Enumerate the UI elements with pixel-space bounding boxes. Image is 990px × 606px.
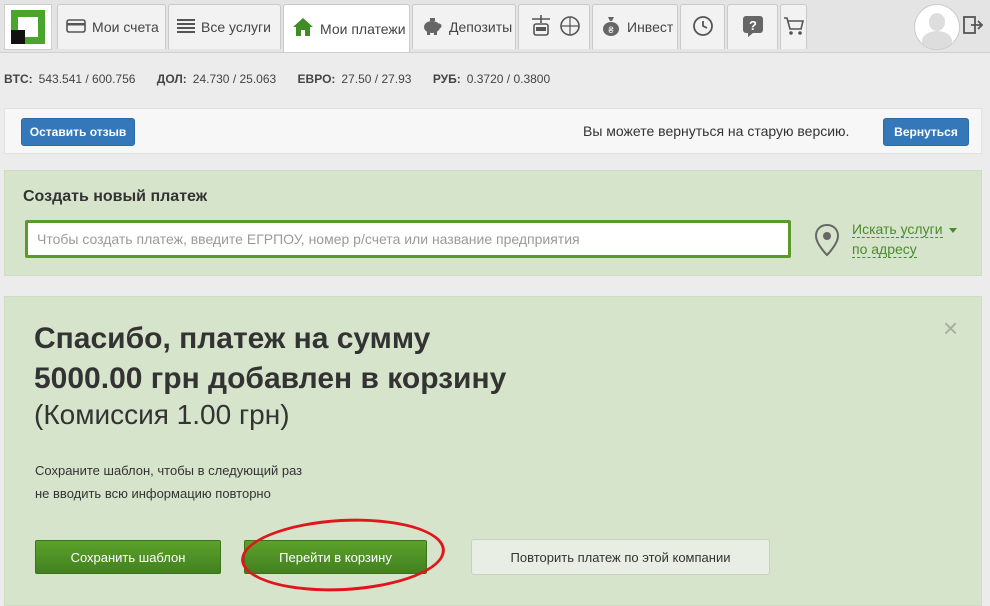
tab-label: Депозиты	[449, 19, 513, 35]
save-template-hint: Сохраните шаблон, чтобы в следующий раз …	[35, 459, 302, 505]
caret-down-icon	[948, 227, 957, 233]
create-payment-title: Создать новый платеж	[23, 188, 208, 205]
rate-value: 543.541 / 600.756	[38, 72, 136, 86]
tab-help[interactable]: ?	[727, 4, 778, 49]
rate-code: ЕВРО:	[297, 72, 336, 86]
top-navigation: Мои счета Все услуги Мои платежи Депозит…	[0, 0, 990, 53]
tab-all-services[interactable]: Все услуги	[168, 4, 281, 49]
tab-deposits[interactable]: Депозиты	[412, 4, 516, 49]
hint-line1: Сохраните шаблон, чтобы в следующий раз	[35, 463, 303, 478]
location-pin-icon[interactable]	[813, 223, 841, 257]
hint-line2: не вводить всю информацию повторно	[35, 486, 271, 501]
tab-cart[interactable]	[780, 4, 807, 49]
create-payment-section: Создать новый платеж Искать услуги по ад…	[4, 170, 982, 276]
tab-label: Мои счета	[92, 19, 159, 35]
cart-icon	[783, 16, 805, 39]
old-version-notice: Вы можете вернуться на старую версию.	[583, 123, 850, 139]
tab-history[interactable]	[680, 4, 725, 49]
home-icon	[292, 17, 314, 40]
success-message-line2: 5000.00 грн добавлен в корзину	[34, 362, 507, 395]
go-to-cart-button[interactable]: Перейти в корзину	[244, 540, 427, 574]
commission-text: (Комиссия 1.00 грн)	[34, 399, 290, 430]
tab-my-payments[interactable]: Мои платежи	[283, 4, 410, 52]
repeat-payment-button[interactable]: Повторить платеж по этой компании	[471, 539, 770, 575]
piggy-bank-icon	[421, 17, 443, 38]
tab-label: Мои платежи	[320, 20, 406, 37]
history-icon	[692, 15, 714, 40]
logout-icon[interactable]	[962, 14, 984, 36]
rate-value: 0.3720 / 0.3800	[466, 72, 551, 86]
user-avatar[interactable]	[914, 4, 960, 50]
tab-my-accounts[interactable]: Мои счета	[57, 4, 166, 49]
payment-success-panel: × Спасибо, платеж на сумму 5000.00 грн д…	[4, 296, 982, 606]
return-button[interactable]: Вернуться	[883, 118, 969, 146]
close-icon[interactable]: ×	[943, 315, 958, 341]
privatbank-logo[interactable]	[4, 4, 52, 50]
success-message-line1: Спасибо, платеж на сумму	[34, 322, 431, 355]
exchange-rates: BTC: 543.541 / 600.756 ДОЛ: 24.730 / 25.06…	[4, 72, 568, 86]
address-link-line1: Искать услуги	[852, 221, 943, 238]
leave-feedback-button[interactable]: Оставить отзыв	[21, 118, 135, 146]
rate-value: 24.730 / 25.063	[192, 72, 277, 86]
money-bag-icon: ₴	[601, 15, 621, 40]
tab-label: Инвест	[627, 19, 674, 35]
rate-code: BTC:	[4, 72, 33, 86]
feedback-bar: Оставить отзыв Вы можете вернуться на ст…	[4, 108, 982, 154]
search-by-address-link[interactable]: Искать услуги по адресу	[852, 219, 957, 259]
address-link-line2: по адресу	[852, 241, 917, 258]
svg-text:?: ?	[749, 18, 757, 33]
card-icon	[66, 18, 86, 36]
help-icon: ?	[742, 15, 764, 40]
tab-label: Все услуги	[201, 19, 271, 35]
tab-travel[interactable]	[518, 4, 590, 49]
travel-icon	[526, 14, 582, 41]
svg-text:₴: ₴	[608, 25, 613, 35]
payment-search-input[interactable]	[25, 220, 791, 258]
rate-code: РУБ:	[432, 72, 461, 86]
rate-value: 27.50 / 27.93	[341, 72, 412, 86]
save-template-button[interactable]: Сохранить шаблон	[35, 540, 221, 574]
tab-invest[interactable]: ₴ Инвест	[592, 4, 678, 49]
rate-code: ДОЛ:	[156, 72, 187, 86]
list-icon	[177, 18, 195, 37]
